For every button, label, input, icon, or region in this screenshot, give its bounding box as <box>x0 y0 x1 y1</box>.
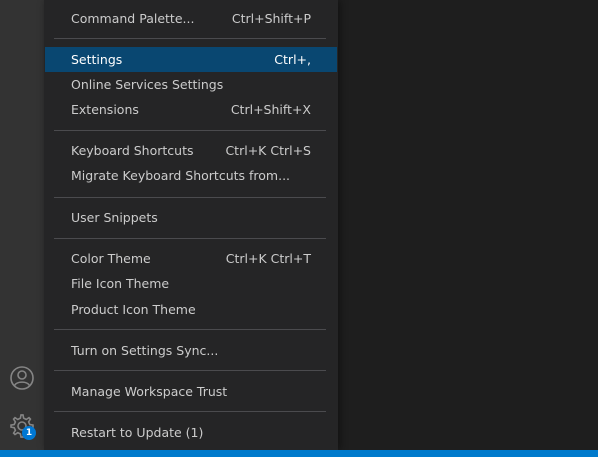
menu-item-label: Command Palette... <box>71 11 195 26</box>
menu-item-label: Turn on Settings Sync... <box>71 343 219 358</box>
menu-item-manage-workspace-trust[interactable]: Manage Workspace Trust <box>45 379 337 404</box>
menu-separator <box>54 238 326 239</box>
menu-item-keybinding: Ctrl+K Ctrl+T <box>225 251 311 266</box>
menu-item-command-palette[interactable]: Command Palette... Ctrl+Shift+P <box>45 6 337 31</box>
menu-item-label: Product Icon Theme <box>71 302 196 317</box>
menu-item-user-snippets[interactable]: User Snippets <box>45 205 337 230</box>
menu-separator <box>54 411 326 412</box>
status-bar <box>0 450 598 457</box>
menu-separator <box>54 370 326 371</box>
menu-item-label: Extensions <box>71 102 139 117</box>
menu-separator <box>54 197 326 198</box>
menu-item-color-theme[interactable]: Color Theme Ctrl+K Ctrl+T <box>45 246 337 271</box>
menu-item-label: File Icon Theme <box>71 276 170 291</box>
menu-item-settings-sync[interactable]: Turn on Settings Sync... <box>45 338 337 363</box>
menu-item-label: Color Theme <box>71 251 151 266</box>
menu-item-keybinding: Ctrl+Shift+X <box>230 102 311 117</box>
menu-item-product-icon-theme[interactable]: Product Icon Theme <box>45 297 337 322</box>
menu-item-keybinding: Ctrl+Shift+P <box>231 11 311 26</box>
menu-item-keyboard-shortcuts[interactable]: Keyboard Shortcuts Ctrl+K Ctrl+S <box>45 138 337 163</box>
menu-item-label: Migrate Keyboard Shortcuts from... <box>71 168 291 183</box>
menu-separator <box>54 38 326 39</box>
activity-bar: 1 <box>0 0 44 450</box>
menu-item-label: Settings <box>71 52 123 67</box>
menu-item-file-icon-theme[interactable]: File Icon Theme <box>45 271 337 296</box>
manage-gear-icon[interactable]: 1 <box>0 406 44 446</box>
account-person-icon <box>10 366 34 390</box>
menu-item-extensions[interactable]: Extensions Ctrl+Shift+X <box>45 97 337 122</box>
menu-item-label: Online Services Settings <box>71 77 224 92</box>
menu-item-online-services-settings[interactable]: Online Services Settings <box>45 72 337 97</box>
update-count-badge: 1 <box>22 426 36 440</box>
menu-item-label: Keyboard Shortcuts <box>71 143 194 158</box>
menu-item-keybinding: Ctrl+, <box>274 52 311 67</box>
accounts-icon[interactable] <box>0 358 44 398</box>
menu-separator <box>54 329 326 330</box>
menu-item-keybinding: Ctrl+K Ctrl+S <box>225 143 311 158</box>
manage-context-menu: Command Palette... Ctrl+Shift+P Settings… <box>44 0 338 450</box>
menu-item-label: User Snippets <box>71 210 158 225</box>
menu-item-restart-to-update[interactable]: Restart to Update (1) <box>45 420 337 445</box>
menu-separator <box>54 130 326 131</box>
menu-item-label: Manage Workspace Trust <box>71 384 228 399</box>
menu-item-settings[interactable]: Settings Ctrl+, <box>45 47 337 72</box>
menu-item-migrate-keyboard-shortcuts[interactable]: Migrate Keyboard Shortcuts from... <box>45 163 337 188</box>
menu-item-label: Restart to Update (1) <box>71 425 204 440</box>
